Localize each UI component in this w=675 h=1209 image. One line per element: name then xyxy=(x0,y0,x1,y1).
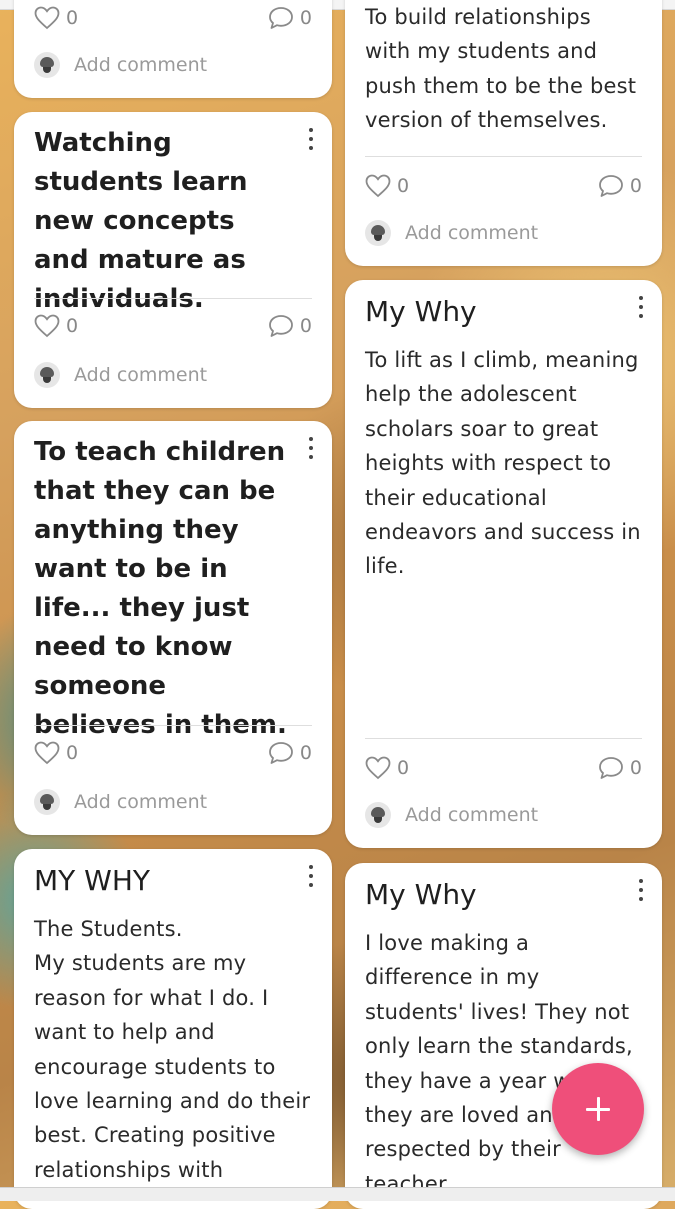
comment-button[interactable]: 0 xyxy=(598,174,642,198)
post-card[interactable]: Watching students learn new concepts and… xyxy=(14,112,332,408)
comment-bubble-icon xyxy=(269,7,293,29)
comment-count: 0 xyxy=(629,757,642,779)
more-options-icon[interactable] xyxy=(308,865,314,887)
post-card[interactable]: MY WHY The Students. My students are my … xyxy=(14,849,332,1209)
post-body: To build relationships with my students … xyxy=(365,5,637,133)
more-options-icon[interactable] xyxy=(638,879,644,901)
add-comment-label: Add comment xyxy=(74,364,208,386)
post-title: To teach children that they can be anyth… xyxy=(34,437,287,740)
post-body: To lift as I climb, meaning help the ado… xyxy=(365,348,641,579)
divider xyxy=(365,738,642,739)
heart-outline-icon xyxy=(34,741,60,765)
comment-bubble-icon xyxy=(269,742,293,764)
comment-button[interactable]: 0 xyxy=(268,741,312,765)
add-post-button[interactable] xyxy=(552,1063,644,1155)
like-button[interactable]: 0 xyxy=(34,741,78,765)
comment-bubble-icon xyxy=(599,175,623,197)
avatar xyxy=(34,362,60,388)
heart-outline-icon xyxy=(34,6,60,30)
avatar xyxy=(34,789,60,815)
post-card[interactable]: To teach children that they can be anyth… xyxy=(14,421,332,835)
like-count: 0 xyxy=(397,757,410,779)
comment-count: 0 xyxy=(299,7,312,29)
divider xyxy=(365,156,642,157)
more-options-icon[interactable] xyxy=(638,296,644,318)
add-comment-label: Add comment xyxy=(74,791,208,813)
comment-count: 0 xyxy=(299,315,312,337)
like-button[interactable]: 0 xyxy=(34,314,78,338)
comment-button[interactable]: 0 xyxy=(268,6,312,30)
avatar xyxy=(365,220,391,246)
comment-bubble-icon xyxy=(269,315,293,337)
post-card[interactable]: 0 0 Add comment xyxy=(14,0,332,98)
add-comment-row[interactable]: Add comment xyxy=(365,802,538,828)
like-button[interactable]: 0 xyxy=(34,6,78,30)
divider xyxy=(34,298,312,299)
add-comment-row[interactable]: Add comment xyxy=(34,52,207,78)
post-card[interactable]: My Why To lift as I climb, meaning help … xyxy=(345,280,662,848)
comment-button[interactable]: 0 xyxy=(598,756,642,780)
post-body: The Students. My students are my reason … xyxy=(34,917,311,1182)
add-comment-row[interactable]: Add comment xyxy=(34,789,207,815)
post-title: Watching students learn new concepts and… xyxy=(34,128,248,314)
like-count: 0 xyxy=(66,315,79,337)
like-count: 0 xyxy=(66,7,79,29)
post-title: My Why xyxy=(365,295,477,328)
like-button[interactable]: 0 xyxy=(365,174,409,198)
post-title: MY WHY xyxy=(34,864,151,897)
comment-count: 0 xyxy=(299,742,312,764)
comment-count: 0 xyxy=(629,175,642,197)
heart-outline-icon xyxy=(365,756,391,780)
avatar xyxy=(34,52,60,78)
like-button[interactable]: 0 xyxy=(365,756,409,780)
comment-bubble-icon xyxy=(599,757,623,779)
heart-outline-icon xyxy=(365,174,391,198)
heart-outline-icon xyxy=(34,314,60,338)
add-comment-label: Add comment xyxy=(74,54,208,76)
post-card[interactable]: My Why I love making a difference in my … xyxy=(345,863,662,1209)
post-title: My Why xyxy=(365,878,477,911)
add-comment-row[interactable]: Add comment xyxy=(34,362,207,388)
like-count: 0 xyxy=(397,175,410,197)
avatar xyxy=(365,802,391,828)
post-card[interactable]: To build relationships with my students … xyxy=(345,0,662,266)
comment-button[interactable]: 0 xyxy=(268,314,312,338)
add-comment-label: Add comment xyxy=(405,222,539,244)
more-options-icon[interactable] xyxy=(308,128,314,150)
like-count: 0 xyxy=(66,742,79,764)
bottom-edge xyxy=(0,1187,675,1201)
add-comment-label: Add comment xyxy=(405,804,539,826)
add-comment-row[interactable]: Add comment xyxy=(365,220,538,246)
plus-icon xyxy=(586,1097,610,1121)
more-options-icon[interactable] xyxy=(308,437,314,459)
divider xyxy=(34,725,312,726)
